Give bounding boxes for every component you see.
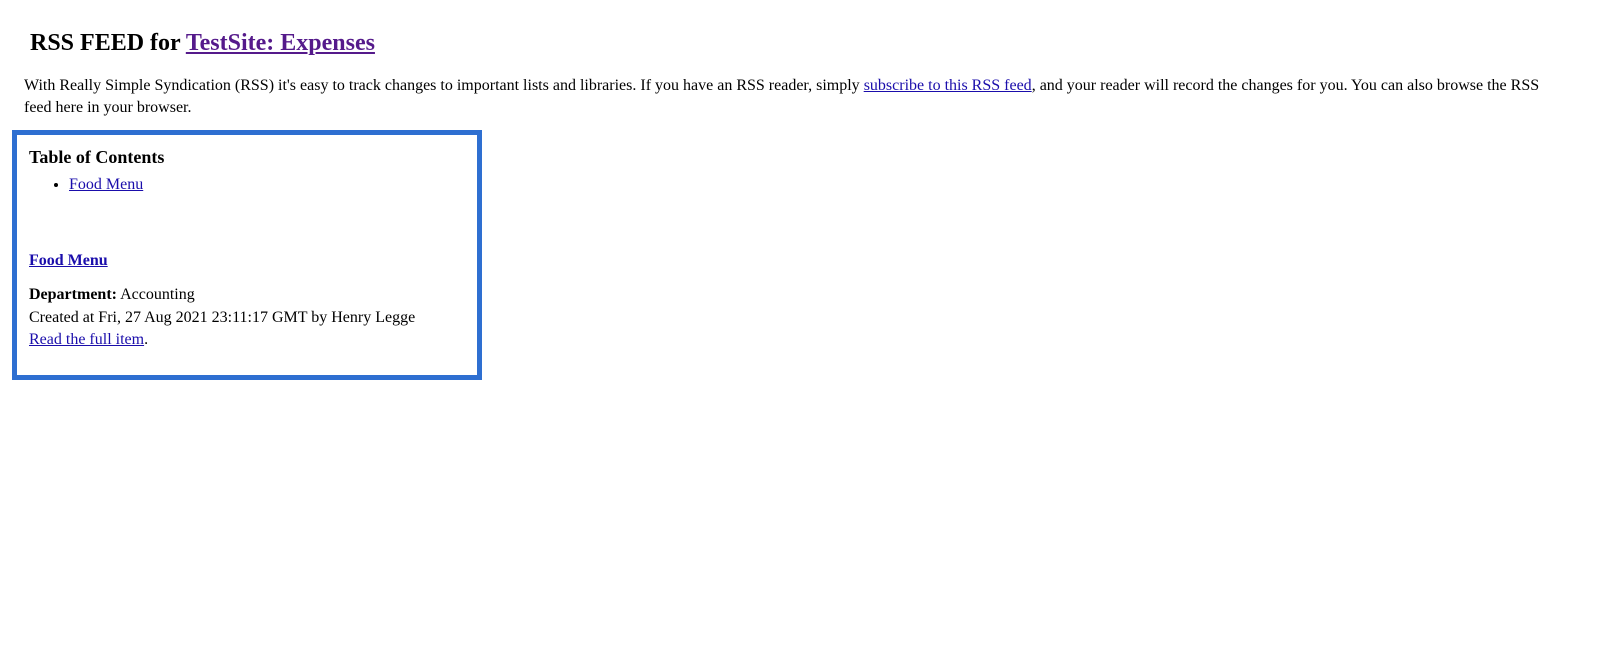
site-title-link[interactable]: TestSite: Expenses — [186, 30, 375, 56]
toc-item: Food Menu — [69, 176, 465, 194]
toc-item-link[interactable]: Food Menu — [69, 176, 143, 193]
read-full-link[interactable]: Read the full item — [29, 331, 144, 348]
item-heading-link[interactable]: Food Menu — [29, 252, 108, 269]
item-body: Department: Accounting Created at Fri, 2… — [29, 284, 465, 351]
period: . — [144, 331, 148, 348]
toc-heading: Table of Contents — [29, 147, 465, 168]
intro-paragraph: With Really Simple Syndication (RSS) it'… — [24, 75, 1564, 118]
intro-text-before: With Really Simple Syndication (RSS) it'… — [24, 77, 864, 94]
department-label: Department: — [29, 286, 117, 303]
page-title: RSS FEED for TestSite: Expenses — [30, 30, 1576, 57]
department-value: Accounting — [117, 286, 195, 303]
page-title-prefix: RSS FEED for — [30, 30, 186, 56]
subscribe-link[interactable]: subscribe to this RSS feed — [864, 77, 1032, 94]
created-line: Created at Fri, 27 Aug 2021 23:11:17 GMT… — [29, 309, 415, 326]
content-box: Table of Contents Food Menu Food Menu De… — [12, 130, 482, 380]
toc-list: Food Menu — [49, 176, 465, 194]
item-heading: Food Menu — [29, 252, 465, 270]
